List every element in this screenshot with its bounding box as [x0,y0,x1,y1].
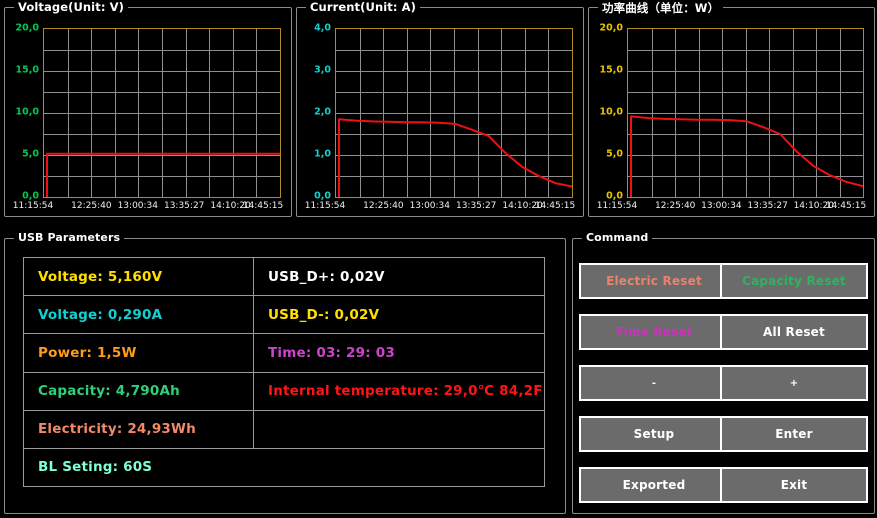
time-reset-button[interactable]: Time Reset [579,314,729,350]
usb-dplus-value-cell: USB_D+: 0,02V [268,268,385,285]
internal-temperature-value-cell: Internal temperature: 29,0℃ 84,2F [268,383,543,400]
y-axis-tick-label: 3,0 [314,64,331,76]
command-title: Command [582,231,653,244]
x-axis-tick-label: 11:15:54 [596,201,638,211]
power-value-cell: Power: 1,5W [24,334,254,372]
y-axis-tick-label: 10,0 [15,106,39,118]
x-axis-tick-label: 13:35:27 [747,201,788,211]
y-axis-tick-label: 4,0 [314,22,331,34]
all-reset-button[interactable]: All Reset [720,314,868,350]
power-chart-group: 功率曲线（单位：W） 20,0 15,0 10,0 5,0 0,0 11:15:54 12:… [588,0,875,217]
time-value-cell: Time: 03: 29: 03 [268,344,395,361]
usb-dminus-value-cell: USB_D-: 0,02V [268,306,380,323]
exported-button[interactable]: Exported [579,467,729,503]
x-axis-tick-label: 11:15:54 [304,201,346,211]
exit-button[interactable]: Exit [720,467,868,503]
y-axis-tick-label: 10,0 [599,106,623,118]
capacity-value-cell: Capacity: 4,790Ah [24,372,254,410]
x-axis-tick-label: 13:00:34 [409,201,451,211]
y-axis-tick-label: 20,0 [15,22,39,34]
table-row: Voltage: 0,290A USB_D-: 0,02V [24,296,544,335]
y-axis-tick-label: 20,0 [599,22,623,34]
bl-setting-value-cell: BL Seting: 60S [38,459,153,476]
x-axis-tick-label: 13:00:34 [701,201,742,211]
y-axis-tick-label: 15,0 [599,64,623,76]
x-axis-tick-label: 13:00:34 [117,201,159,211]
y-axis-tick-label: 15,0 [15,64,39,76]
data-series-line [46,152,280,197]
x-axis-tick-label: 13:35:27 [455,201,497,211]
command-group: Command Electric Reset Capacity Reset Ti… [572,231,875,514]
y-axis-tick-label: 2,0 [314,106,331,118]
data-series-line [630,115,863,197]
y-axis-tick-label: 0,0 [314,190,331,202]
empty-cell [254,411,544,448]
x-axis-tick-label: 12:25:40 [654,201,696,211]
table-row: Electricity: 24,93Wh [24,410,544,449]
x-axis-tick-label: 14:45:15 [825,201,867,211]
voltage-plot [43,28,281,198]
current-plot-area: 4,0 3,0 2,0 1,0 0,0 11:15:54 12:25:40 13:00:34 1… [297,8,583,216]
power-plot [627,28,864,198]
x-axis-tick-label: 14:45:15 [242,201,284,211]
current-value-cell: Voltage: 0,290A [24,296,254,334]
capacity-reset-button[interactable]: Capacity Reset [720,263,868,299]
usb-parameters-title: USB Parameters [14,231,125,244]
voltage-value-cell: Voltage: 5,160V [24,258,254,296]
current-chart-group: Current(Unit: A) 4,0 3,0 2,0 1,0 0,0 11:15:54… [296,0,584,217]
setup-button[interactable]: Setup [579,416,729,452]
voltage-plot-area: 20,0 15,0 10,0 5,0 0,0 11:15:54 12:25:40 13:00:… [5,8,291,216]
table-row: BL Seting: 60S [24,449,544,486]
y-axis-tick-label: 5,0 [606,148,623,160]
y-axis-tick-label: 5,0 [22,148,39,160]
x-axis-tick-label: 12:25:40 [71,201,112,211]
app-window: Voltage(Unit: V) 20,0 15,0 10,0 5,0 0,0 11:15… [0,0,877,518]
y-axis-tick-label: 0,0 [22,190,39,202]
table-row: Capacity: 4,790Ah Internal temperature: … [24,372,544,411]
electricity-value-cell: Electricity: 24,93Wh [24,410,254,448]
x-axis-tick-label: 12:25:40 [363,201,404,211]
current-plot [335,28,573,198]
voltage-chart-group: Voltage(Unit: V) 20,0 15,0 10,0 5,0 0,0 11:15… [4,0,292,217]
data-series-line [338,118,572,197]
increment-button[interactable]: + [720,365,868,401]
usb-parameters-group: USB Parameters Voltage: 5,160V USB_D+: 0… [4,231,566,514]
decrement-button[interactable]: - [579,365,729,401]
table-row: Power: 1,5W Time: 03: 29: 03 [24,334,544,373]
usb-parameters-table: Voltage: 5,160V USB_D+: 0,02V Voltage: 0… [23,257,545,487]
power-plot-area: 20,0 15,0 10,0 5,0 0,0 11:15:54 12:25:40 13:00:… [589,8,874,216]
y-axis-tick-label: 1,0 [314,148,331,160]
x-axis-tick-label: 14:45:15 [534,201,576,211]
y-axis-tick-label: 0,0 [606,190,623,202]
enter-button[interactable]: Enter [720,416,868,452]
x-axis-tick-label: 13:35:27 [163,201,205,211]
electric-reset-button[interactable]: Electric Reset [579,263,729,299]
x-axis-tick-label: 11:15:54 [12,201,54,211]
table-row: Voltage: 5,160V USB_D+: 0,02V [24,258,544,297]
